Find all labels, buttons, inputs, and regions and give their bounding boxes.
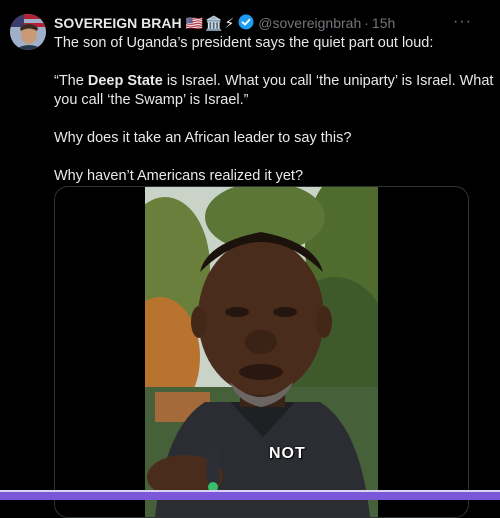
post-text: The son of Uganda’s president says the q… — [54, 34, 494, 186]
post: SOVEREIGN BRAH 🇺🇸 🏛️ ⚡ @sovereignbrah · … — [0, 0, 500, 518]
video-frame-image — [145, 187, 378, 517]
verified-badge-icon — [238, 14, 254, 33]
post-time[interactable]: 15h — [372, 15, 395, 31]
us-flag-emoji: 🇺🇸 — [185, 14, 204, 31]
bottom-accent-bar — [0, 492, 500, 500]
author-avatar[interactable] — [10, 14, 46, 50]
lightning-emoji: ⚡ — [224, 14, 235, 31]
author-handle[interactable]: @sovereignbrah — [258, 15, 361, 31]
post-quote: “The Deep State is Israel. What you call… — [54, 72, 494, 110]
more-options-icon[interactable]: ··· — [453, 13, 472, 31]
post-header: SOVEREIGN BRAH 🇺🇸 🏛️ ⚡ @sovereignbrah · … — [54, 13, 490, 33]
quote-bold: Deep State — [87, 73, 163, 89]
quote-open: “The — [54, 73, 88, 89]
media-card[interactable]: NOT — [54, 186, 469, 518]
post-line-1: The son of Uganda’s president says the q… — [54, 35, 434, 51]
video-caption: NOT — [269, 445, 306, 462]
separator-dot: · — [364, 15, 369, 31]
post-line-3: Why does it take an African leader to sa… — [54, 130, 352, 146]
post-line-4: Why haven’t Americans realized it yet? — [54, 168, 304, 184]
author-name[interactable]: SOVEREIGN BRAH — [54, 15, 182, 31]
classical-building-emoji: 🏛️ — [205, 14, 223, 31]
video-player[interactable]: NOT — [145, 187, 378, 517]
